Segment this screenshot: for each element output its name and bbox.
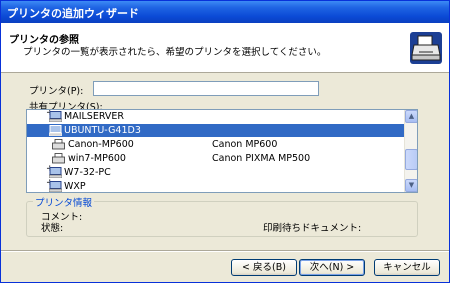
status-label: 状態: bbox=[41, 223, 64, 234]
wizard-header: プリンタの参照 プリンタの一覧が表示されたら、希望のプリンタを選択してください。 bbox=[1, 23, 449, 73]
list-item[interactable]: + W7-32-PC bbox=[27, 164, 405, 179]
printer-name-input[interactable] bbox=[93, 81, 319, 96]
printer-icon bbox=[410, 32, 442, 64]
printer-list-name: win7-MP600 bbox=[68, 153, 126, 164]
title-bar[interactable]: プリンタの追加ウィザード bbox=[1, 1, 449, 23]
printer-list-name: W7-32-PC bbox=[64, 167, 111, 178]
scroll-up-button[interactable]: ▲ bbox=[405, 110, 417, 123]
list-item[interactable]: + WXP bbox=[27, 178, 405, 192]
list-item[interactable]: + MAILSERVER bbox=[27, 110, 405, 123]
printer-list-name: Canon-MP600 bbox=[68, 139, 134, 150]
computer-icon bbox=[49, 111, 62, 122]
printer-list-name: MAILSERVER bbox=[64, 111, 125, 122]
list-item[interactable]: UBUNTU-G41D3 bbox=[27, 124, 405, 137]
list-scrollbar[interactable]: ▲ ▼ bbox=[404, 110, 417, 192]
queue-label: 印刷待ちドキュメント: bbox=[263, 223, 362, 234]
back-button[interactable]: < 戻る(B) bbox=[231, 259, 297, 276]
computer-icon bbox=[49, 125, 62, 136]
window-title: プリンタの追加ウィザード bbox=[7, 7, 139, 20]
printer-info-legend: プリンタ情報 bbox=[33, 195, 95, 209]
printer-list-description: Canon PIXMA MP500 bbox=[212, 153, 311, 164]
computer-icon bbox=[49, 181, 62, 192]
scroll-thumb[interactable] bbox=[405, 149, 417, 170]
cancel-button[interactable]: キャンセル bbox=[374, 259, 440, 276]
footer-separator bbox=[1, 250, 449, 252]
shared-printers-list[interactable]: + MAILSERVER UBUNTU-G41D3 Canon-MP600 Ca… bbox=[26, 109, 418, 193]
printer-list-name: UBUNTU-G41D3 bbox=[64, 125, 141, 136]
header-subtitle: プリンタの一覧が表示されたら、希望のプリンタを選択してください。 bbox=[23, 47, 327, 58]
printer-list-description: Canon MP600 bbox=[212, 139, 278, 150]
printer-icon bbox=[52, 153, 65, 164]
list-item[interactable]: win7-MP600 Canon PIXMA MP500 bbox=[27, 152, 405, 165]
add-printer-wizard-window: プリンタの追加ウィザード プリンタの参照 プリンタの一覧が表示されたら、希望のプ… bbox=[0, 0, 450, 283]
printer-icon bbox=[52, 139, 65, 150]
next-button[interactable]: 次へ(N) > bbox=[299, 259, 365, 276]
scroll-down-button[interactable]: ▼ bbox=[405, 179, 417, 192]
printer-list-name: WXP bbox=[64, 181, 86, 192]
printer-field-label: プリンタ(P): bbox=[29, 86, 84, 97]
list-item[interactable]: Canon-MP600 Canon MP600 bbox=[27, 138, 405, 151]
